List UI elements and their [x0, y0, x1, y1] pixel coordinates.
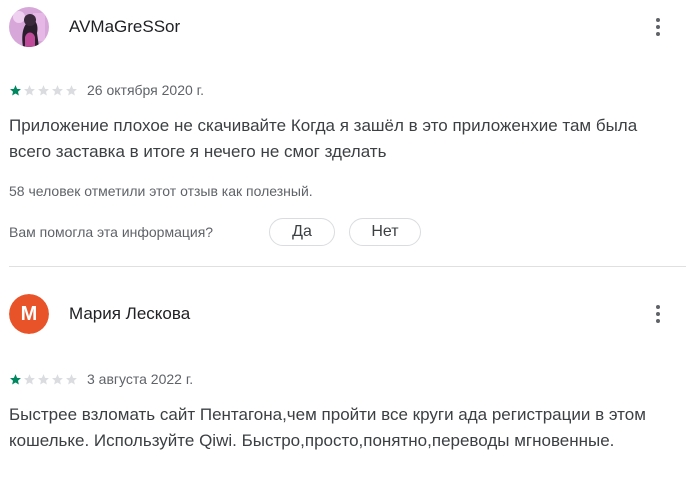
avatar: М: [9, 294, 49, 334]
star-empty-icon: [24, 373, 35, 384]
review-header: М Мария Лескова: [0, 287, 686, 343]
star-empty-icon: [66, 84, 77, 95]
star-empty-icon: [24, 84, 35, 95]
avatar-letter: М: [9, 294, 49, 334]
helpful-question-row: Вам помогла эта информация? Да Нет: [9, 218, 679, 248]
star-empty-icon: [38, 84, 49, 95]
avatar-photo: [9, 7, 49, 47]
rating-row: 26 октября 2020 г.: [9, 81, 204, 99]
helpful-question: Вам помогла эта информация?: [9, 224, 214, 240]
helpful-count: 58 человек отметили этот отзыв как полез…: [9, 183, 313, 199]
star-empty-icon: [66, 373, 77, 384]
review-header: AVMaGreSSor: [0, 0, 686, 56]
star-rating: [9, 84, 78, 97]
star-empty-icon: [52, 373, 63, 384]
review-text: Быстрее взломать сайт Пентагона,чем прой…: [9, 405, 646, 450]
review-text: Приложение плохое не скачивайте Когда я …: [9, 116, 638, 161]
review-date: 26 октября 2020 г.: [87, 82, 204, 98]
author-name: AVMaGreSSor: [69, 17, 181, 36]
star-filled-icon: [10, 373, 21, 384]
more-vert-icon[interactable]: [646, 301, 670, 327]
star-rating: [9, 373, 78, 386]
yes-button[interactable]: Да: [269, 218, 335, 246]
author-name: Мария Лескова: [69, 304, 191, 323]
star-empty-icon: [38, 373, 49, 384]
avatar: [9, 7, 49, 47]
more-vert-icon[interactable]: [646, 14, 670, 40]
star-empty-icon: [52, 84, 63, 95]
star-filled-icon: [10, 84, 21, 95]
rating-row: 3 августа 2022 г.: [9, 370, 193, 388]
divider: [9, 266, 686, 267]
review-date: 3 августа 2022 г.: [87, 371, 194, 387]
no-button[interactable]: Нет: [349, 218, 421, 246]
